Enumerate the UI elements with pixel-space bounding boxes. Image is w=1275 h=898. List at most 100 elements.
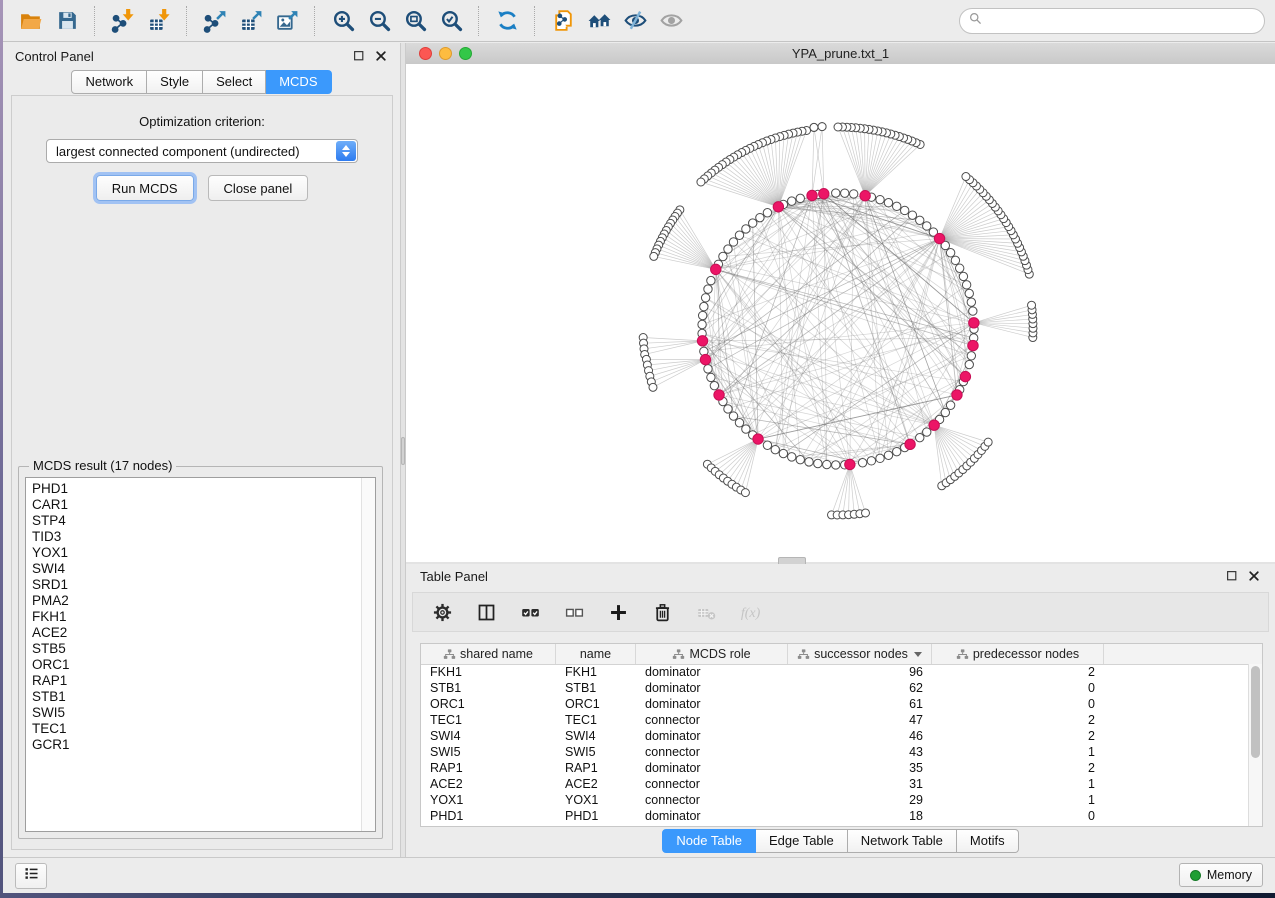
- hub-node[interactable]: [773, 202, 783, 212]
- zoom-in-button[interactable]: [325, 4, 361, 38]
- table-row[interactable]: SWI5SWI5connector431: [421, 744, 1249, 760]
- tab-motifs[interactable]: Motifs: [957, 829, 1019, 853]
- export-network-button[interactable]: [197, 4, 233, 38]
- mcds-result-item[interactable]: GCR1: [32, 737, 375, 753]
- tab-network[interactable]: Network: [71, 70, 147, 94]
- column-header-shared-name[interactable]: shared name: [421, 644, 556, 664]
- mcds-result-item[interactable]: ACE2: [32, 625, 375, 641]
- close-panel-button[interactable]: Close panel: [208, 175, 309, 201]
- tab-edge-table[interactable]: Edge Table: [756, 829, 848, 853]
- save-session-button[interactable]: [49, 4, 85, 38]
- hub-node[interactable]: [700, 354, 710, 364]
- refresh-network-button[interactable]: [489, 4, 525, 38]
- show-all-columns-button[interactable]: [517, 599, 543, 625]
- column-header-mcds-role[interactable]: MCDS role: [636, 644, 788, 664]
- network-graph[interactable]: [406, 64, 1275, 562]
- table-row[interactable]: YOX1YOX1connector291: [421, 792, 1249, 808]
- hub-node[interactable]: [711, 264, 721, 274]
- export-table-button[interactable]: [233, 4, 269, 38]
- table-scrollbar[interactable]: [1248, 664, 1262, 826]
- network-window-titlebar[interactable]: YPA_prune.txt_1: [406, 43, 1275, 65]
- mcds-result-scrollbar[interactable]: [361, 478, 375, 831]
- import-table-button[interactable]: [141, 4, 177, 38]
- tab-mcds[interactable]: MCDS: [266, 70, 331, 94]
- mcds-result-item[interactable]: PMA2: [32, 593, 375, 609]
- hub-node[interactable]: [960, 371, 970, 381]
- column-header-name[interactable]: name: [556, 644, 636, 664]
- task-history-button[interactable]: [15, 863, 47, 889]
- zoom-fit-button[interactable]: [397, 4, 433, 38]
- search-input[interactable]: [988, 12, 1256, 29]
- mcds-result-item[interactable]: PHD1: [32, 481, 375, 497]
- tab-node-table[interactable]: Node Table: [662, 829, 756, 853]
- mcds-result-item[interactable]: FKH1: [32, 609, 375, 625]
- table-scrollbar-thumb[interactable]: [1251, 666, 1260, 758]
- tab-style[interactable]: Style: [147, 70, 203, 94]
- hub-node[interactable]: [952, 390, 962, 400]
- open-session-button[interactable]: [13, 4, 49, 38]
- mcds-result-item[interactable]: TEC1: [32, 721, 375, 737]
- run-mcds-button[interactable]: Run MCDS: [96, 175, 194, 201]
- hub-node[interactable]: [905, 439, 915, 449]
- table-row[interactable]: TEC1TEC1connector472: [421, 712, 1249, 728]
- table-row[interactable]: ORC1ORC1dominator610: [421, 696, 1249, 712]
- hub-node[interactable]: [845, 459, 855, 469]
- column-label: successor nodes: [814, 647, 908, 661]
- table-row[interactable]: ACE2ACE2connector311: [421, 776, 1249, 792]
- hub-node[interactable]: [819, 189, 829, 199]
- mcds-result-list[interactable]: PHD1CAR1STP4TID3YOX1SWI4SRD1PMA2FKH1ACE2…: [25, 477, 376, 832]
- mcds-result-item[interactable]: STB1: [32, 689, 375, 705]
- mcds-result-item[interactable]: ORC1: [32, 657, 375, 673]
- zoom-selected-button[interactable]: [433, 4, 469, 38]
- table-cell: 1: [932, 744, 1104, 760]
- clone-network-icon: [551, 8, 576, 33]
- add-column-button[interactable]: [605, 599, 631, 625]
- open-ndex-button[interactable]: [581, 4, 617, 38]
- network-canvas[interactable]: [406, 64, 1275, 562]
- tab-network-table[interactable]: Network Table: [848, 829, 957, 853]
- float-panel-icon[interactable]: [352, 49, 366, 63]
- mcds-result-item[interactable]: YOX1: [32, 545, 375, 561]
- mcds-result-item[interactable]: RAP1: [32, 673, 375, 689]
- mcds-result-item[interactable]: SRD1: [32, 577, 375, 593]
- memory-button[interactable]: Memory: [1179, 863, 1263, 887]
- mcds-result-item[interactable]: SWI4: [32, 561, 375, 577]
- hub-node[interactable]: [714, 390, 724, 400]
- mcds-result-item[interactable]: STP4: [32, 513, 375, 529]
- float-table-panel-icon[interactable]: [1225, 569, 1239, 583]
- zoom-out-button[interactable]: [361, 4, 397, 38]
- hub-node[interactable]: [969, 318, 979, 328]
- import-network-button[interactable]: [105, 4, 141, 38]
- search-box[interactable]: [959, 8, 1265, 34]
- optimization-criterion-select[interactable]: largest connected component (undirected): [46, 139, 358, 163]
- table-row[interactable]: RAP1RAP1dominator352: [421, 760, 1249, 776]
- toggle-column-panel-button[interactable]: [473, 599, 499, 625]
- column-header-successor-nodes[interactable]: successor nodes: [788, 644, 932, 664]
- delete-column-button[interactable]: [649, 599, 675, 625]
- column-header-predecessor-nodes[interactable]: predecessor nodes: [932, 644, 1104, 664]
- close-table-panel-icon[interactable]: [1247, 569, 1261, 583]
- export-image-button[interactable]: [269, 4, 305, 38]
- table-row[interactable]: STB1STB1dominator620: [421, 680, 1249, 696]
- close-panel-icon[interactable]: [374, 49, 388, 63]
- hub-node[interactable]: [968, 340, 978, 350]
- hub-node[interactable]: [929, 420, 939, 430]
- table-settings-button[interactable]: [429, 599, 455, 625]
- hide-graphics-details-button[interactable]: [617, 4, 653, 38]
- hide-all-columns-button[interactable]: [561, 599, 587, 625]
- clone-network-button[interactable]: [545, 4, 581, 38]
- hub-node[interactable]: [860, 191, 870, 201]
- hub-node[interactable]: [934, 233, 944, 243]
- table-row[interactable]: FKH1FKH1dominator962: [421, 664, 1249, 680]
- hub-node[interactable]: [753, 434, 763, 444]
- mcds-result-item[interactable]: STB5: [32, 641, 375, 657]
- mcds-result-item[interactable]: TID3: [32, 529, 375, 545]
- table-row[interactable]: PHD1PHD1dominator180: [421, 808, 1249, 824]
- table-row[interactable]: SWI4SWI4dominator462: [421, 728, 1249, 744]
- mcds-result-item[interactable]: SWI5: [32, 705, 375, 721]
- hub-node[interactable]: [697, 336, 707, 346]
- tab-select[interactable]: Select: [203, 70, 266, 94]
- mcds-result-item[interactable]: CAR1: [32, 497, 375, 513]
- vertical-splitter-handle[interactable]: [401, 437, 405, 465]
- hub-node[interactable]: [807, 190, 817, 200]
